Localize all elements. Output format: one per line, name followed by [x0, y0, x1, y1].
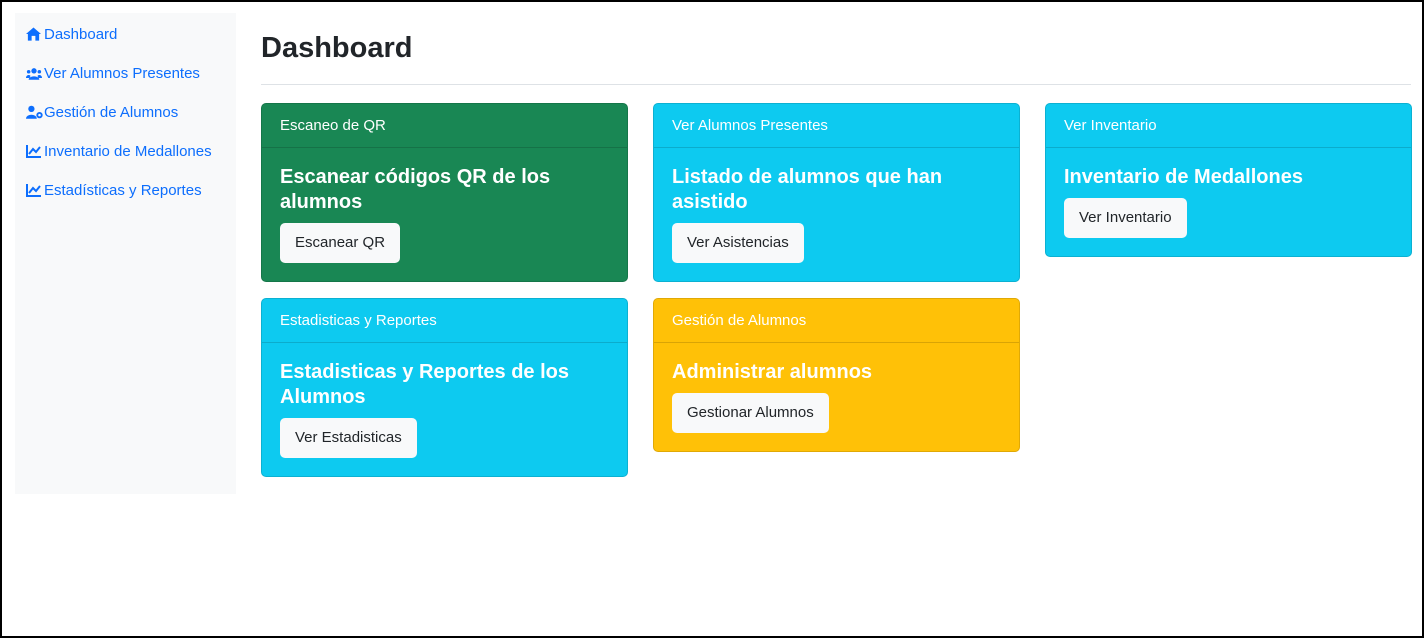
ver-asistencias-button[interactable]: Ver Asistencias: [672, 223, 804, 263]
card-header: Gestión de Alumnos: [654, 299, 1019, 343]
card-body: Listado de alumnos que han asistido Ver …: [654, 148, 1019, 279]
card-title: Administrar alumnos: [672, 361, 873, 383]
sidebar-item-dashboard[interactable]: Dashboard: [26, 23, 226, 48]
card-title: Listado de alumnos que han asistido: [672, 166, 943, 213]
sidebar-item-label: Dashboard: [44, 26, 118, 43]
card-ver-alumnos-presentes: Ver Alumnos Presentes Listado de alumnos…: [653, 103, 1020, 282]
main-content: Dashboard: [261, 26, 1411, 85]
card-gestion-alumnos: Gestión de Alumnos Administrar alumnos G…: [653, 298, 1020, 452]
card-header: Escaneo de QR: [262, 104, 627, 148]
card-ver-inventario: Ver Inventario Inventario de Medallones …: [1045, 103, 1412, 257]
card-title: Inventario de Medallones: [1064, 166, 1303, 188]
page-title: Dashboard: [261, 26, 1411, 85]
user-gear-icon: [26, 103, 44, 126]
home-icon: [26, 25, 44, 48]
sidebar-item-label: Ver Alumnos Presentes: [44, 65, 200, 82]
chart-line-icon: [26, 142, 44, 165]
sidebar: Dashboard Ver Alumnos Presentes Gestión …: [15, 13, 236, 494]
sidebar-item-ver-alumnos-presentes[interactable]: Ver Alumnos Presentes: [26, 62, 226, 87]
users-icon: [26, 64, 44, 87]
card-body: Estadisticas y Reportes de los Alumnos V…: [262, 343, 627, 474]
card-estadisticas-reportes: Estadisticas y Reportes Estadisticas y R…: [261, 298, 628, 477]
gestionar-alumnos-button[interactable]: Gestionar Alumnos: [672, 393, 829, 433]
ver-inventario-button[interactable]: Ver Inventario: [1064, 198, 1187, 238]
card-body: Inventario de Medallones Ver Inventario: [1046, 148, 1411, 254]
sidebar-item-estadisticas-y-reportes[interactable]: Estadísticas y Reportes: [26, 179, 226, 204]
card-header: Ver Inventario: [1046, 104, 1411, 148]
app-window: Dashboard Ver Alumnos Presentes Gestión …: [0, 0, 1424, 638]
card-body: Administrar alumnos Gestionar Alumnos: [654, 343, 1019, 449]
card-header: Estadisticas y Reportes: [262, 299, 627, 343]
sidebar-item-label: Inventario de Medallones: [44, 143, 212, 160]
card-body: Escanear códigos QR de los alumnos Escan…: [262, 148, 627, 279]
sidebar-item-gestion-de-alumnos[interactable]: Gestión de Alumnos: [26, 101, 226, 126]
chart-line-icon: [26, 181, 44, 204]
escanear-qr-button[interactable]: Escanear QR: [280, 223, 401, 263]
sidebar-item-label: Gestión de Alumnos: [44, 104, 179, 121]
card-header: Ver Alumnos Presentes: [654, 104, 1019, 148]
sidebar-item-inventario-de-medallones[interactable]: Inventario de Medallones: [26, 140, 226, 165]
sidebar-item-label: Estadísticas y Reportes: [44, 182, 202, 199]
card-title: Estadisticas y Reportes de los Alumnos: [280, 361, 570, 408]
card-title: Escanear códigos QR de los alumnos: [280, 166, 551, 213]
ver-estadisticas-button[interactable]: Ver Estadisticas: [280, 418, 417, 458]
card-escaneo-qr: Escaneo de QR Escanear códigos QR de los…: [261, 103, 628, 282]
